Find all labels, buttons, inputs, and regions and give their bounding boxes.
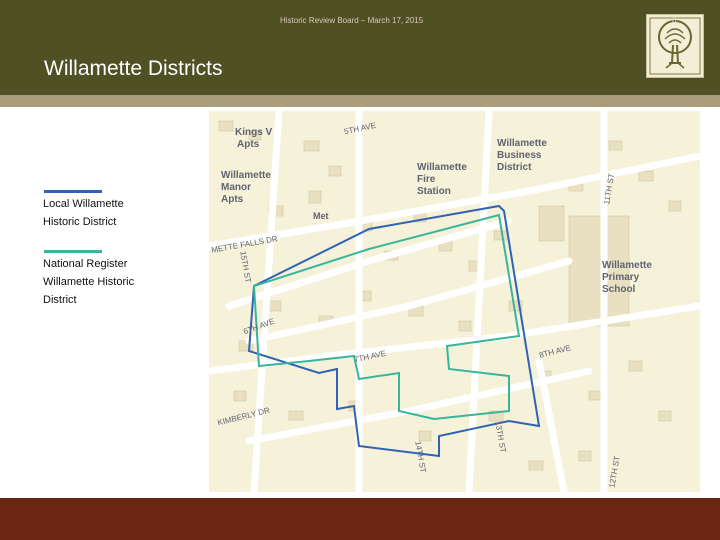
label-business-2: Business: [497, 150, 542, 161]
legend-label-national: National Register Willamette Historic Di…: [43, 255, 193, 309]
label-met: Met: [313, 211, 329, 221]
legend-swatch-national: [44, 250, 102, 253]
slide-title: Willamette Districts: [44, 57, 223, 80]
label-manor-2: Manor: [221, 182, 251, 193]
district-map: Kings V Apts Willamette Manor Apts Willa…: [209, 111, 700, 492]
label-business-1: Willamette: [497, 138, 547, 149]
label-fire-3: Station: [417, 186, 451, 197]
label-school-3: School: [602, 284, 636, 295]
label-manor-3: Apts: [221, 194, 244, 205]
label-business-3: District: [497, 162, 532, 173]
label-school-2: Primary: [602, 272, 640, 283]
legend-local-line2: Historic District: [43, 216, 117, 228]
legend-national-line1: National Register: [43, 258, 128, 270]
legend-national-line2: Willamette Historic: [43, 276, 135, 288]
page-number: 6: [672, 16, 677, 25]
label-school-1: Willamette: [602, 260, 652, 271]
legend-national-line3: District: [43, 294, 77, 306]
label-fire-1: Willamette: [417, 162, 467, 173]
slide-footer: [0, 498, 720, 540]
footer-caption: Historic Review Board – March 17, 2015: [280, 16, 424, 25]
label-kings-view: Kings V: [235, 127, 273, 138]
label-manor-1: Willamette: [221, 170, 271, 181]
header-divider: [0, 95, 720, 107]
label-fire-2: Fire: [417, 174, 436, 185]
label-apts: Apts: [237, 139, 260, 150]
legend-label-local: Local Willamette Historic District: [43, 195, 193, 231]
legend-local-line1: Local Willamette: [43, 198, 124, 210]
legend-swatch-local: [44, 190, 102, 193]
